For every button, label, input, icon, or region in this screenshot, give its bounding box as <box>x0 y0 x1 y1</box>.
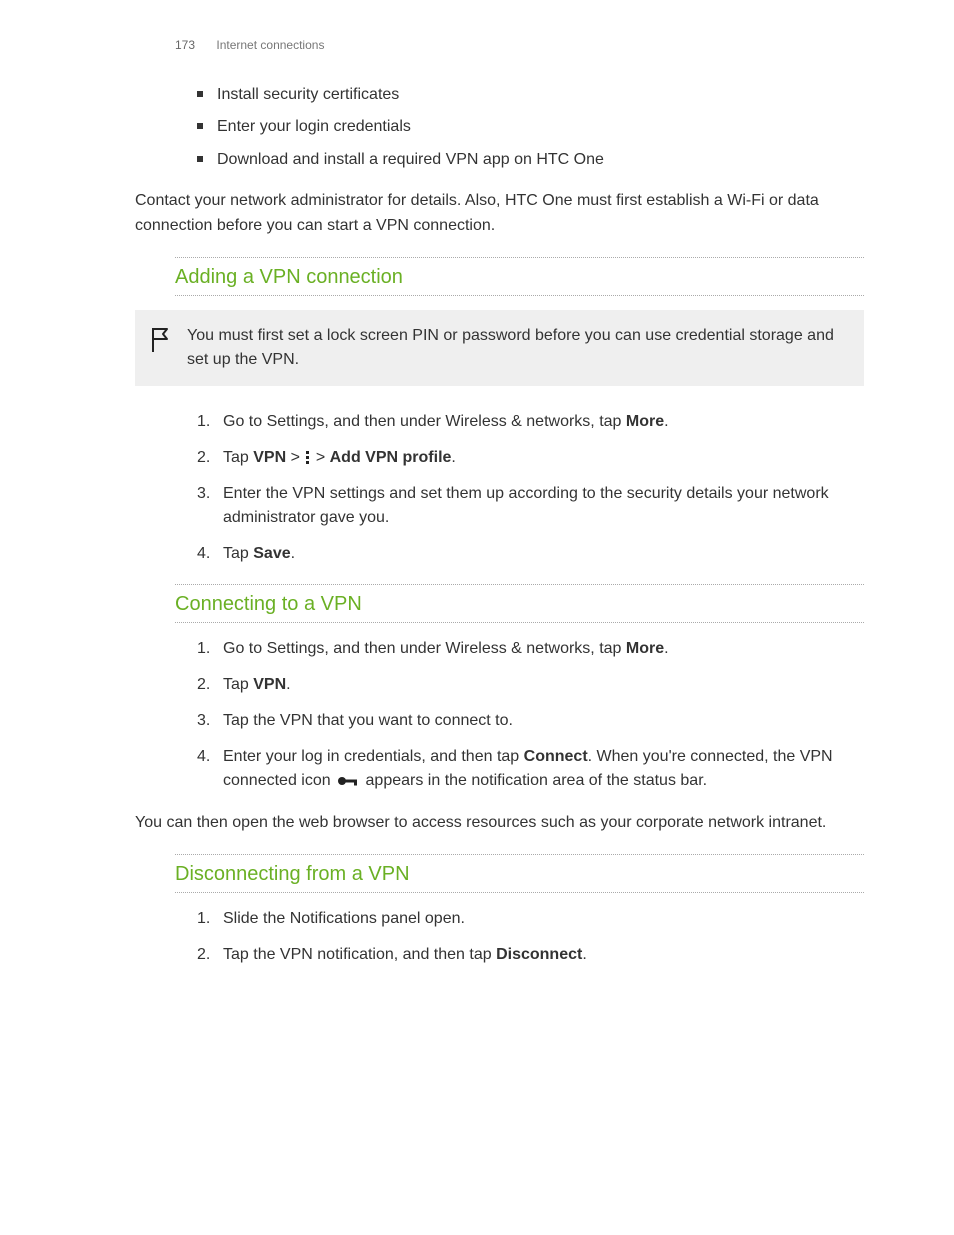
step-text: . <box>286 676 290 693</box>
connecting-steps: Go to Settings, and then under Wireless … <box>197 637 864 793</box>
step-text: Tap <box>223 449 253 466</box>
page-header: 173 Internet connections <box>175 38 864 52</box>
intro-paragraph: Contact your network administrator for d… <box>135 189 864 239</box>
step-text: Tap <box>223 676 253 693</box>
step-item: Enter the VPN settings and set them up a… <box>197 482 864 530</box>
list-item: Download and install a required VPN app … <box>217 149 864 171</box>
section-heading-disconnecting: Disconnecting from a VPN <box>175 854 864 893</box>
list-item: Install security certificates <box>217 84 864 106</box>
step-text: . <box>664 413 668 430</box>
step-text: . <box>664 640 668 657</box>
step-text: . <box>291 545 295 562</box>
connecting-after-paragraph: You can then open the web browser to acc… <box>135 811 864 836</box>
step-bold: More <box>626 413 664 430</box>
list-item: Enter your login credentials <box>217 116 864 138</box>
step-text: . <box>582 946 586 963</box>
step-text: Tap the VPN notification, and then tap <box>223 946 496 963</box>
step-text: . <box>451 449 455 466</box>
intro-bullet-list: Install security certificates Enter your… <box>217 84 864 171</box>
document-page: 173 Internet connections Install securit… <box>0 0 954 967</box>
step-text: > <box>311 449 329 466</box>
step-text: > <box>286 449 304 466</box>
step-item: Tap VPN. <box>197 673 864 697</box>
step-text: Enter your log in credentials, and then … <box>223 748 524 765</box>
section-heading-connecting: Connecting to a VPN <box>175 584 864 623</box>
note-callout: You must first set a lock screen PIN or … <box>135 310 864 386</box>
step-item: Tap Save. <box>197 542 864 566</box>
step-item: Tap the VPN notification, and then tap D… <box>197 943 864 967</box>
step-bold: Disconnect <box>496 946 582 963</box>
step-text: Tap <box>223 545 253 562</box>
step-bold: Add VPN profile <box>330 449 452 466</box>
page-number: 173 <box>175 38 195 52</box>
step-bold: More <box>626 640 664 657</box>
adding-steps: Go to Settings, and then under Wireless … <box>197 410 864 566</box>
step-item: Enter your log in credentials, and then … <box>197 745 864 793</box>
step-text: Go to Settings, and then under Wireless … <box>223 640 626 657</box>
section-heading-adding: Adding a VPN connection <box>175 257 864 296</box>
step-text: Go to Settings, and then under Wireless … <box>223 413 626 430</box>
overflow-menu-icon <box>306 451 309 464</box>
step-bold: VPN <box>253 449 286 466</box>
step-item: Tap VPN > > Add VPN profile. <box>197 446 864 470</box>
step-bold: Connect <box>524 748 588 765</box>
step-item: Go to Settings, and then under Wireless … <box>197 637 864 661</box>
disconnecting-steps: Slide the Notifications panel open. Tap … <box>197 907 864 967</box>
step-item: Go to Settings, and then under Wireless … <box>197 410 864 434</box>
header-section-title: Internet connections <box>216 38 324 52</box>
step-text: appears in the notification area of the … <box>361 772 707 789</box>
step-item: Tap the VPN that you want to connect to. <box>197 709 864 733</box>
step-bold: Save <box>253 545 290 562</box>
note-text: You must first set a lock screen PIN or … <box>187 324 846 372</box>
step-bold: VPN <box>253 676 286 693</box>
vpn-key-icon <box>337 774 359 788</box>
step-item: Slide the Notifications panel open. <box>197 907 864 931</box>
flag-icon <box>149 326 171 354</box>
